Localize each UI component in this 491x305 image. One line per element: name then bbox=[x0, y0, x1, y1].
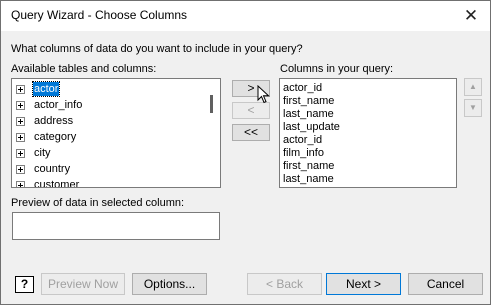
tree-item-label: category bbox=[34, 131, 77, 143]
plus-box-icon[interactable] bbox=[16, 132, 25, 142]
plus-box-icon[interactable] bbox=[16, 180, 25, 187]
tree-item[interactable]: customer bbox=[16, 177, 206, 188]
back-button[interactable]: < Back bbox=[247, 273, 322, 295]
plus-box-icon[interactable] bbox=[16, 116, 25, 126]
available-label: Available tables and columns: bbox=[11, 63, 157, 75]
list-item[interactable]: last_update bbox=[283, 121, 340, 134]
next-button[interactable]: Next > bbox=[326, 273, 401, 295]
help-icon[interactable]: ? bbox=[15, 276, 34, 293]
list-item[interactable]: actor_id bbox=[283, 82, 322, 95]
preview-field[interactable] bbox=[12, 212, 220, 240]
tree-item-label: address bbox=[34, 115, 74, 127]
remove-all-columns-button[interactable]: << bbox=[232, 124, 270, 141]
tree-item-label: city bbox=[34, 147, 51, 159]
plus-box-icon[interactable] bbox=[16, 100, 25, 110]
tree-item-label: customer bbox=[34, 179, 80, 188]
tree-item-label: actor_info bbox=[34, 99, 83, 111]
cancel-button[interactable]: Cancel bbox=[408, 273, 483, 295]
tree-item[interactable]: address bbox=[16, 113, 206, 129]
tree-item[interactable]: city bbox=[16, 145, 206, 161]
tree-item[interactable]: actor_info bbox=[16, 97, 206, 113]
scrollbar-thumb[interactable] bbox=[210, 95, 213, 113]
close-icon[interactable]: ✕ bbox=[462, 7, 480, 25]
list-item[interactable]: film_info bbox=[283, 147, 324, 160]
move-down-button[interactable]: ▼ bbox=[464, 99, 482, 117]
tree-scrollbar[interactable] bbox=[204, 79, 220, 187]
list-item[interactable]: first_name bbox=[283, 95, 334, 108]
preview-now-button[interactable]: Preview Now bbox=[41, 273, 125, 295]
window-title: Query Wizard - Choose Columns bbox=[11, 8, 188, 22]
mouse-pointer-icon bbox=[257, 85, 270, 104]
query-wizard-dialog: Query Wizard - Choose Columns ✕ What col… bbox=[0, 0, 491, 305]
list-item[interactable]: actor_id bbox=[283, 134, 322, 147]
options-button[interactable]: Options... bbox=[132, 273, 207, 295]
title-bar: Query Wizard - Choose Columns ✕ bbox=[1, 1, 490, 31]
tree-item[interactable]: category bbox=[16, 129, 206, 145]
list-item[interactable]: first_name bbox=[283, 160, 334, 173]
instruction-text: What columns of data do you want to incl… bbox=[11, 43, 303, 55]
tree-item-label: actor bbox=[31, 81, 61, 97]
preview-label: Preview of data in selected column: bbox=[11, 197, 185, 209]
tree-item[interactable]: actor bbox=[16, 81, 206, 97]
plus-box-icon[interactable] bbox=[16, 164, 25, 174]
query-columns-list[interactable]: actor_id first_name last_name last_updat… bbox=[279, 78, 457, 188]
tree-item-label: country bbox=[34, 163, 71, 175]
plus-box-icon[interactable] bbox=[16, 84, 25, 94]
list-item[interactable]: last_name bbox=[283, 173, 334, 186]
available-tables-tree[interactable]: actor actor_info address category city c… bbox=[11, 78, 221, 188]
plus-box-icon[interactable] bbox=[16, 148, 25, 158]
tree-item[interactable]: country bbox=[16, 161, 206, 177]
columns-label: Columns in your query: bbox=[280, 63, 394, 75]
list-item[interactable]: last_name bbox=[283, 108, 334, 121]
move-up-button[interactable]: ▲ bbox=[464, 78, 482, 96]
